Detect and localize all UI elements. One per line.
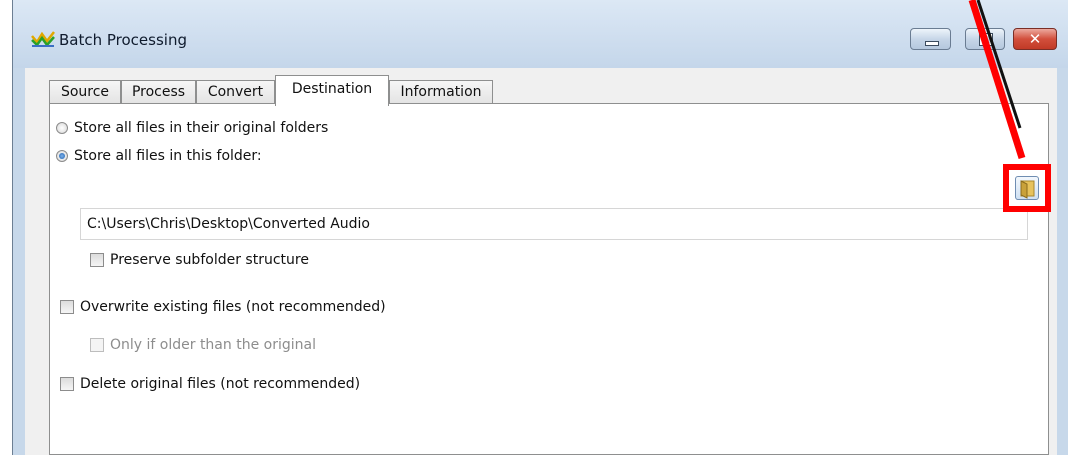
only-if-older-label: Only if older than the original	[110, 337, 316, 353]
tab-process[interactable]: Process	[121, 80, 196, 104]
title-bar[interactable]: Batch Processing ✕	[13, 0, 1068, 68]
delete-original-label: Delete original files (not recommended)	[80, 376, 361, 392]
maximize-icon	[979, 33, 993, 46]
checkbox-preserve-subfolders[interactable]: Preserve subfolder structure	[90, 252, 309, 268]
browse-folder-button[interactable]	[1015, 176, 1039, 200]
checkbox-overwrite-existing[interactable]: Overwrite existing files (not recommende…	[60, 299, 386, 315]
only-if-older-checkbox	[90, 338, 104, 352]
maximize-button[interactable]	[965, 28, 1005, 50]
radio-original-folders-button[interactable]	[56, 122, 68, 134]
window-title: Batch Processing	[59, 31, 187, 49]
radio-this-folder[interactable]: Store all files in this folder:	[56, 148, 262, 164]
tab-destination[interactable]: Destination	[275, 75, 389, 106]
radio-original-folders[interactable]: Store all files in their original folder…	[56, 120, 328, 136]
destination-folder-input[interactable]	[80, 208, 1028, 240]
overwrite-existing-checkbox[interactable]	[60, 300, 74, 314]
radio-original-folders-label: Store all files in their original folder…	[74, 120, 329, 136]
radio-this-folder-label: Store all files in this folder:	[74, 148, 262, 164]
tab-information[interactable]: Information	[389, 80, 493, 104]
dialog-client-area: Source Process Convert Destination Infor…	[25, 68, 1057, 455]
minimize-icon	[925, 41, 939, 46]
tab-source[interactable]: Source	[49, 80, 121, 104]
close-button[interactable]: ✕	[1013, 28, 1057, 50]
checkbox-only-if-older: Only if older than the original	[90, 337, 316, 353]
folder-browse-icon	[1020, 180, 1035, 199]
preserve-subfolders-label: Preserve subfolder structure	[110, 252, 309, 268]
close-icon: ✕	[1028, 30, 1042, 48]
batch-processing-waveform-icon	[31, 31, 55, 48]
tab-convert[interactable]: Convert	[196, 80, 275, 104]
overwrite-existing-label: Overwrite existing files (not recommende…	[80, 299, 386, 315]
destination-panel: Store all files in their original folder…	[49, 103, 1049, 455]
checkbox-delete-original[interactable]: Delete original files (not recommended)	[60, 376, 360, 392]
preserve-subfolders-checkbox[interactable]	[90, 253, 104, 267]
delete-original-checkbox[interactable]	[60, 377, 74, 391]
radio-this-folder-button[interactable]	[56, 150, 68, 162]
minimize-button[interactable]	[910, 28, 951, 50]
batch-processing-window: Batch Processing ✕ Source Process Conver…	[12, 0, 1068, 455]
